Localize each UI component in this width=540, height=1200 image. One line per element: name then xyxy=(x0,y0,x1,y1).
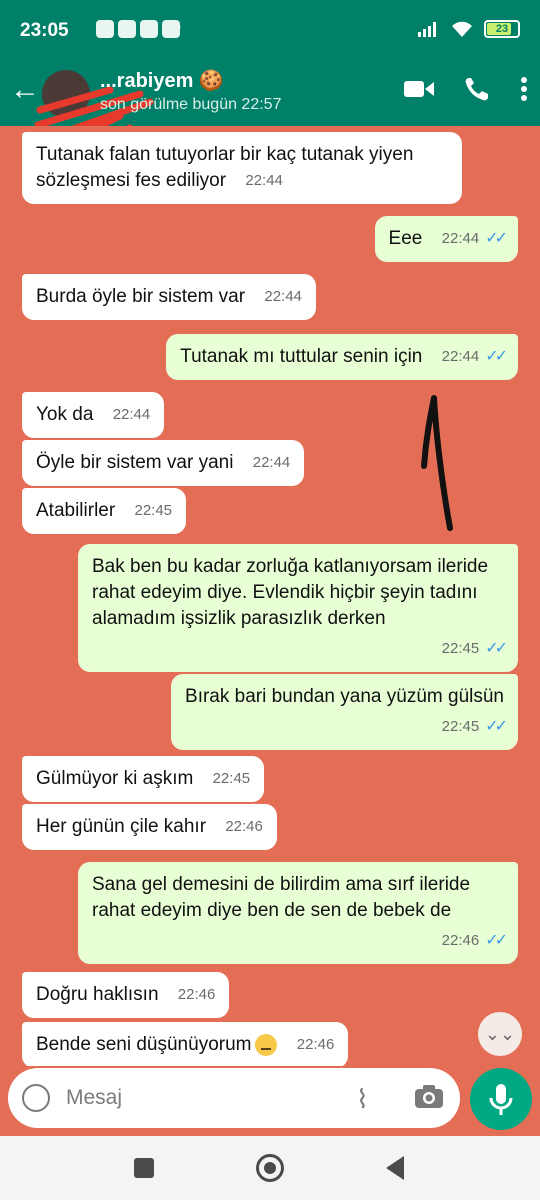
read-ticks-icon: ✓✓ xyxy=(485,640,508,657)
mic-icon xyxy=(489,1084,513,1115)
notification-icons xyxy=(96,20,180,38)
read-ticks-icon: ✓✓ xyxy=(485,348,508,365)
notification-icon xyxy=(118,20,136,38)
message-incoming[interactable]: Atabilirler 22:45 xyxy=(22,488,187,534)
message-incoming[interactable]: Yok da 22:44 xyxy=(22,392,165,438)
message-placeholder: Mesaj xyxy=(66,1086,123,1109)
emoji-icon[interactable] xyxy=(22,1084,50,1112)
message-time: 22:46 xyxy=(441,932,480,949)
message-time: 22:44 xyxy=(441,348,480,365)
phone-icon[interactable] xyxy=(464,76,490,102)
signal-icon xyxy=(418,22,436,37)
nav-recent-icon[interactable] xyxy=(134,1158,154,1178)
message-outgoing[interactable]: Eee 22:44 ✓✓ xyxy=(374,216,518,262)
message-time: 22:46 xyxy=(296,1036,335,1053)
message-time: 22:45 xyxy=(441,640,480,657)
camera-icon[interactable] xyxy=(414,1082,444,1110)
message-input[interactable]: Mesaj ⌇ xyxy=(8,1068,460,1128)
status-bar: 23:05 · 23 xyxy=(0,0,540,62)
message-text: Öyle bir sistem var yani xyxy=(36,452,234,473)
message-incoming[interactable]: Her günün çile kahır 22:46 xyxy=(22,804,277,850)
message-text: Her günün çile kahır xyxy=(36,816,207,837)
status-dot: · xyxy=(176,16,183,38)
message-text: Atabilirler xyxy=(36,500,116,521)
header-actions xyxy=(404,76,528,102)
message-incoming[interactable]: Doğru haklısın 22:46 xyxy=(22,972,230,1018)
wifi-icon xyxy=(452,21,472,37)
message-text: Tutanak falan tutuyorlar bir kaç tutanak… xyxy=(36,144,414,191)
message-text: Yok da xyxy=(36,404,94,425)
message-incoming[interactable]: Gülmüyor ki aşkım 22:45 xyxy=(22,756,265,802)
message-time: 22:45 xyxy=(212,770,251,787)
neutral-face-emoji-icon xyxy=(255,1033,278,1056)
message-text: Sana gel demesini de bilirdim ama sırf i… xyxy=(92,874,471,921)
status-time: 23:05 xyxy=(20,20,69,41)
video-call-icon[interactable] xyxy=(404,79,434,99)
scroll-down-icon[interactable]: ⌄⌄ xyxy=(478,1012,522,1056)
message-time: 22:45 xyxy=(134,502,173,519)
battery-level: 23 xyxy=(495,23,509,35)
message-text: Burda öyle bir sistem var xyxy=(36,286,246,307)
message-time: 22:44 xyxy=(112,406,151,423)
message-time: 22:44 xyxy=(252,454,291,471)
notification-icon xyxy=(140,20,158,38)
more-vertical-icon[interactable] xyxy=(520,76,528,102)
status-right: 23 xyxy=(418,20,520,38)
message-time: 22:44 xyxy=(441,230,480,247)
composer: Mesaj ⌇ xyxy=(0,1066,540,1136)
chat-header: ← ...rabiyem 🍪 son görülme bugün 22:57 xyxy=(0,62,540,156)
nav-home-icon[interactable] xyxy=(256,1154,284,1182)
message-meta: 22:44 ✓✓ xyxy=(441,226,508,252)
message-time: 22:46 xyxy=(225,818,263,835)
message-incoming[interactable]: Bende seni düşünüyorum 22:46 xyxy=(22,1022,349,1066)
message-time: 22:44 xyxy=(264,288,302,305)
message-text: Bak ben bu kadar zorluğa katlanıyorsam i… xyxy=(92,556,489,629)
message-text: Eee xyxy=(388,228,423,249)
message-incoming[interactable]: Öyle bir sistem var yani 22:44 xyxy=(22,440,305,486)
message-outgoing[interactable]: Tutanak mı tuttular senin için 22:44 ✓✓ xyxy=(166,334,518,380)
battery-icon: 23 xyxy=(484,20,520,38)
last-seen: son görülme bugün 22:57 xyxy=(100,96,282,113)
message-incoming[interactable]: Burda öyle bir sistem var 22:44 xyxy=(22,274,316,320)
attach-icon[interactable]: ⌇ xyxy=(356,1084,369,1115)
hand-drawn-mark xyxy=(421,395,453,531)
mic-button[interactable] xyxy=(470,1068,532,1130)
message-time: 22:46 xyxy=(177,986,216,1003)
read-ticks-icon: ✓✓ xyxy=(485,718,508,735)
message-text: Doğru haklısın xyxy=(36,984,159,1005)
message-text: Bende seni düşünüyorum xyxy=(36,1034,252,1055)
message-time: 22:44 xyxy=(245,172,283,189)
message-outgoing[interactable]: Bak ben bu kadar zorluğa katlanıyorsam i… xyxy=(78,544,518,672)
message-outgoing[interactable]: Bırak bari bundan yana yüzüm gülsün 22:4… xyxy=(171,674,518,750)
message-meta: 22:45 ✓✓ xyxy=(92,636,508,662)
message-meta: 22:45 ✓✓ xyxy=(185,714,508,740)
message-outgoing[interactable]: Sana gel demesini de bilirdim ama sırf i… xyxy=(78,862,518,964)
message-text: Gülmüyor ki aşkım xyxy=(36,768,194,789)
read-ticks-icon: ✓✓ xyxy=(485,230,508,247)
message-time: 22:45 xyxy=(441,718,480,735)
message-meta: 22:44 ✓✓ xyxy=(441,344,508,370)
message-meta: 22:46 ✓✓ xyxy=(92,928,508,954)
message-text: Bırak bari bundan yana yüzüm gülsün xyxy=(185,686,504,707)
read-ticks-icon: ✓✓ xyxy=(485,932,508,949)
notification-icon xyxy=(96,20,114,38)
chat-area[interactable]: Tutanak falan tutuyorlar bir kaç tutanak… xyxy=(0,126,540,1066)
system-nav-bar xyxy=(0,1136,540,1200)
message-text: Tutanak mı tuttular senin için xyxy=(180,346,423,367)
nav-back-icon[interactable] xyxy=(386,1156,404,1180)
message-incoming[interactable]: Tutanak falan tutuyorlar bir kaç tutanak… xyxy=(22,132,462,204)
contact-name[interactable]: ...rabiyem 🍪 xyxy=(100,68,224,93)
